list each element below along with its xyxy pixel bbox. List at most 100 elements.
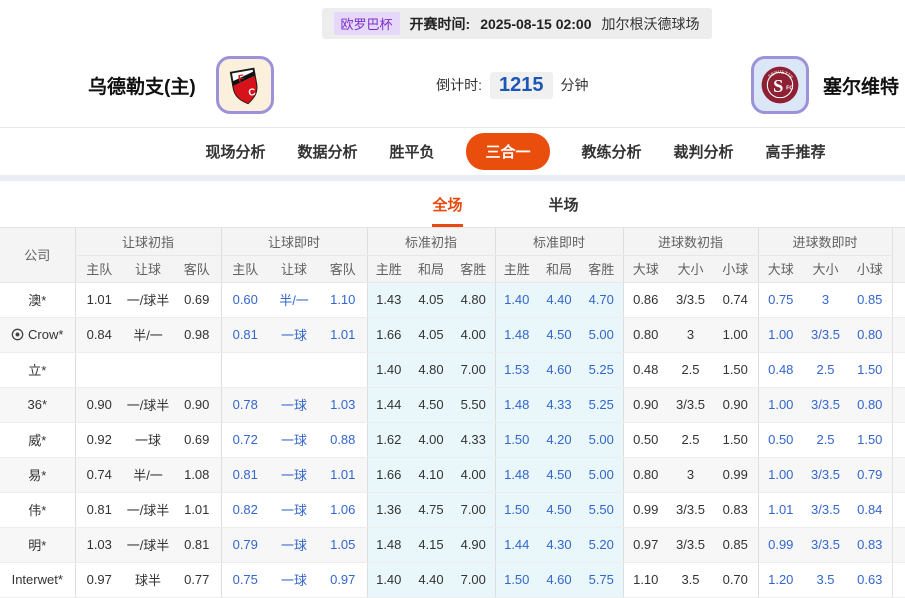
odds-cell: 3/3.5 <box>668 527 713 563</box>
odds-cell: 5.50 <box>580 492 623 528</box>
company-name[interactable]: 明* <box>0 527 75 563</box>
odds-cell: 3/3.5 <box>803 317 849 353</box>
odds-cell: 0.88 <box>319 422 367 458</box>
sub-header: 客胜 <box>580 255 623 283</box>
nav-tab-5[interactable]: 教练分析 <box>582 141 642 162</box>
group-header-6: 进球数即时 <box>757 228 893 256</box>
svg-text:FC: FC <box>786 86 793 92</box>
spacer-cell <box>891 562 905 598</box>
company-name[interactable]: 易* <box>0 457 75 493</box>
nav-tab-4[interactable]: 三合一 <box>466 133 550 170</box>
sub-header: 主队 <box>220 255 269 283</box>
odds-table: 公司 让球初指 让球即时 标准初指 标准即时 进球数初指 进球数即时 主队 让球 客队 主队 让球 客队… <box>0 228 905 598</box>
odds-cell: 0.48 <box>622 352 668 388</box>
odds-cell: 0.99 <box>757 527 804 563</box>
scope-subtabs: 全场 半场 <box>0 181 905 228</box>
company-cell: 36* <box>0 397 75 412</box>
nav-tab-7[interactable]: 高手推荐 <box>766 141 826 162</box>
odds-cell: 0.48 <box>757 352 804 388</box>
odds-cell: 0.80 <box>848 317 893 353</box>
home-team-logo-icon: F C <box>215 56 274 114</box>
odds-cell: 0.97 <box>319 562 367 598</box>
sub-header: 大小 <box>803 255 849 283</box>
odds-cell: 1.43 <box>366 282 410 318</box>
odds-cell: 7.00 <box>452 352 495 388</box>
odds-cell: 1.50 <box>494 562 538 598</box>
sub-header: 和局 <box>538 255 580 283</box>
odds-cell: 4.30 <box>538 527 580 563</box>
odds-cell: 一/球半 <box>123 387 173 423</box>
svg-text:S: S <box>773 76 783 96</box>
company-name[interactable]: 威* <box>0 422 75 458</box>
company-name[interactable]: Crow* <box>0 317 75 353</box>
company-label: 立* <box>28 363 47 378</box>
odds-cell: 一/球半 <box>123 492 173 528</box>
spacer-cell <box>891 352 905 388</box>
sub-header: 和局 <box>410 255 452 283</box>
odds-cell: 0.79 <box>220 527 269 563</box>
odds-cell: 0.85 <box>713 527 759 563</box>
odds-cell: 1.50 <box>494 422 538 458</box>
league-badge: 欧罗巴杯 <box>333 12 400 35</box>
odds-cell: 半/一 <box>269 282 319 318</box>
sub-header: 客队 <box>173 255 221 283</box>
company-cell: 明* <box>0 535 75 554</box>
odds-cell: 0.86 <box>622 282 668 318</box>
company-cell: Crow* <box>0 327 75 342</box>
odds-cell: 1.01 <box>319 457 367 493</box>
company-name[interactable]: 伟* <box>0 492 75 528</box>
nav-tab-1[interactable]: 现场分析 <box>205 141 265 162</box>
company-cell: 澳* <box>0 290 75 309</box>
table-row: 明* 1.03 一/球半 0.81 0.79 一球 1.05 1.48 4.15 4.90 1.44… <box>0 527 905 563</box>
sub-header: 让球 <box>269 255 319 283</box>
odds-cell: 0.75 <box>757 282 804 318</box>
company-label: 易* <box>28 468 47 483</box>
odds-cell: 3/3.5 <box>668 492 713 528</box>
countdown-label: 倒计时: <box>436 77 483 93</box>
odds-cell: 0.50 <box>622 422 668 458</box>
sub-header: 小球 <box>848 255 893 283</box>
sub-header: 大小 <box>668 255 713 283</box>
odds-cell: 一/球半 <box>123 282 173 318</box>
subtab-2[interactable]: 半场 <box>549 194 579 227</box>
odds-cell: 0.90 <box>622 387 668 423</box>
odds-cell: 5.20 <box>580 527 623 563</box>
odds-cell: 1.03 <box>319 387 367 423</box>
subtab-1[interactable]: 全场 <box>432 194 463 227</box>
teams-row: 乌德勒支(主) F C 倒计时: 1215 分钟 SERVETTE S FC 塞… <box>0 43 905 127</box>
odds-cell: 1.05 <box>319 527 367 563</box>
odds-cell: 0.83 <box>848 527 893 563</box>
odds-cell: 4.00 <box>410 422 452 458</box>
company-name[interactable]: 36* <box>0 387 75 423</box>
table-row: 澳* 1.01 一/球半 0.69 0.60 半/一 1.10 1.43 4.05 4.80 1.4… <box>0 282 905 318</box>
company-name[interactable]: 澳* <box>0 282 75 318</box>
company-label: 明* <box>28 538 47 553</box>
table-row: Crow* 0.84 半/一 0.98 0.81 一球 1.01 1.66 4.05 4.00 1.… <box>0 317 905 353</box>
company-name[interactable]: 立* <box>0 352 75 388</box>
odds-cell <box>173 352 221 388</box>
odds-cell: 1.00 <box>757 387 804 423</box>
odds-cell: 0.90 <box>74 387 123 423</box>
spacer-cell <box>891 282 905 318</box>
nav-tab-3[interactable]: 胜平负 <box>389 141 434 162</box>
odds-cell: 1.44 <box>494 527 538 563</box>
odds-cell: 4.80 <box>452 282 495 318</box>
odds-cell: 1.01 <box>74 282 123 318</box>
odds-cell: 1.06 <box>319 492 367 528</box>
odds-cell: 0.81 <box>220 317 269 353</box>
odds-cell: 3/3.5 <box>803 492 849 528</box>
company-name[interactable]: Interwet* <box>0 562 75 598</box>
nav-tab-2[interactable]: 数据分析 <box>297 141 357 162</box>
odds-cell: 0.82 <box>220 492 269 528</box>
company-cell: 立* <box>0 360 75 379</box>
nav-tab-6[interactable]: 裁判分析 <box>674 141 734 162</box>
group-header-5: 进球数初指 <box>622 228 759 256</box>
odds-cell: 1.66 <box>366 457 410 493</box>
odds-cell: 0.69 <box>173 282 221 318</box>
sub-header: 大球 <box>757 255 804 283</box>
odds-cell: 0.72 <box>220 422 269 458</box>
odds-cell: 4.00 <box>452 317 495 353</box>
odds-cell: 0.92 <box>74 422 123 458</box>
odds-cell: 5.50 <box>452 387 495 423</box>
company-label: 伟* <box>28 503 47 518</box>
